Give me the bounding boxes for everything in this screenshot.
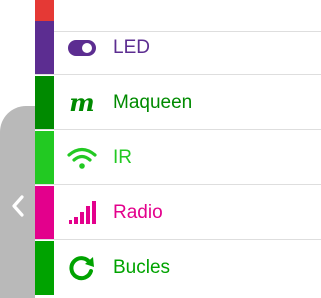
category-color-stripe [35,186,54,239]
toolbox-category-list: LED m Maqueen IR Radio Bucles [35,0,321,298]
category-label: Bucles [113,257,171,278]
svg-text:m: m [69,90,94,116]
toggle-icon [68,40,96,56]
category-label: Maqueen [113,92,193,113]
category-color-stripe [35,21,54,74]
toolbox-category-bucles[interactable]: Bucles [35,241,321,295]
signal-bars-icon [69,201,96,224]
toolbox-category-radio[interactable]: Radio [35,186,321,240]
category-label: Radio [113,202,163,223]
category-color-stripe [35,76,54,129]
chevron-left-icon[interactable] [10,193,26,219]
category-color-stripe [35,131,54,184]
wifi-icon [67,147,97,169]
toolbox-category-led[interactable]: LED [35,21,321,75]
loop-icon [69,256,94,281]
category-color-stripe [35,241,54,295]
toolbox-category-ir[interactable]: IR [35,131,321,185]
maqueen-m-icon: m [69,90,94,116]
category-label: IR [113,147,132,168]
category-label: LED [113,37,150,58]
toolbox-category-maqueen[interactable]: m Maqueen [35,76,321,130]
